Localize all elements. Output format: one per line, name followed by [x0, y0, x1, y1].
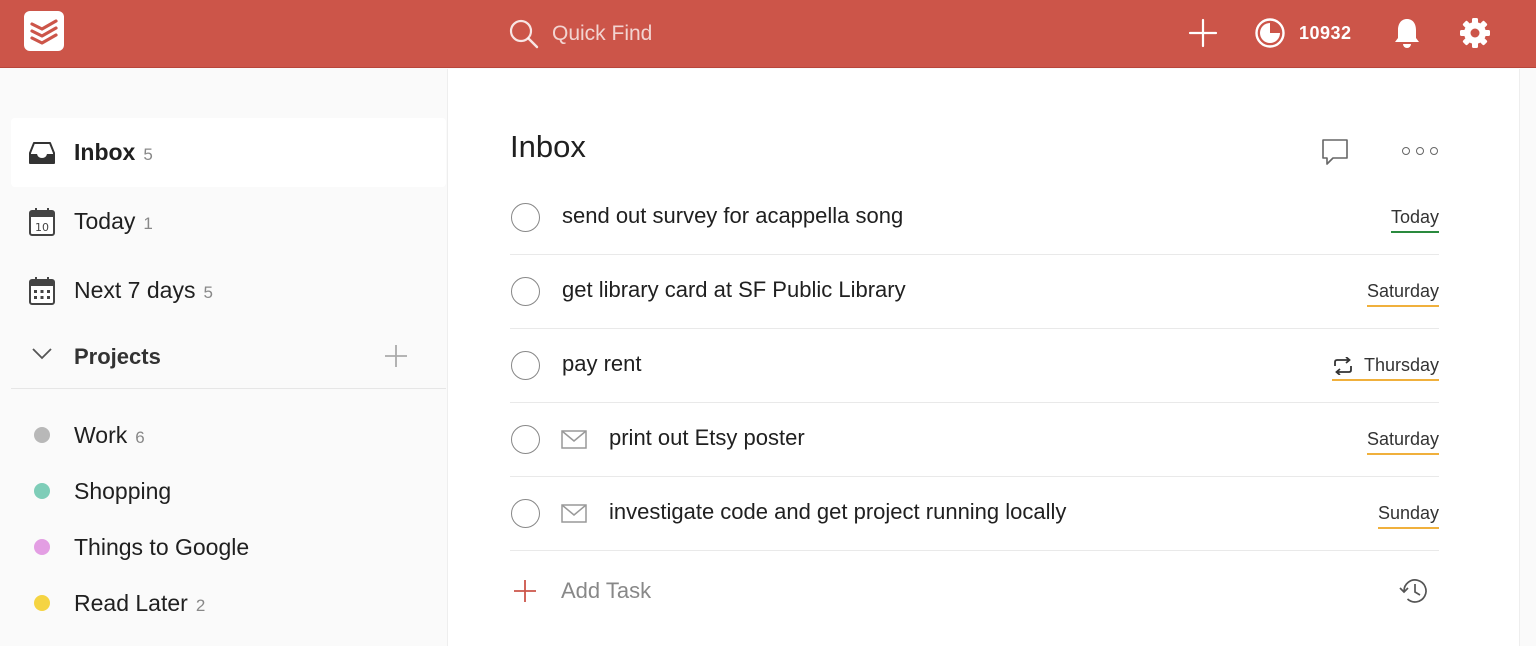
task-checkbox[interactable] [511, 499, 540, 528]
due-date[interactable]: Saturday [1366, 429, 1439, 455]
project-item-shopping[interactable]: Shopping [11, 466, 446, 516]
task-checkbox[interactable] [511, 351, 540, 380]
bell-icon [1395, 19, 1419, 48]
project-item-work[interactable]: Work 6 [11, 410, 446, 460]
task-row[interactable]: get library card at SF Public Library Sa… [510, 255, 1439, 329]
search-icon [509, 19, 539, 49]
task-content[interactable]: get library card at SF Public Library [562, 277, 906, 303]
more-options-icon[interactable] [1402, 141, 1438, 161]
sidebar-item-today[interactable]: 10 Today 1 [11, 187, 446, 256]
sidebar-item-next-7-days[interactable]: Next 7 days 5 [11, 256, 446, 325]
projects-title: Projects [74, 343, 161, 369]
due-date[interactable]: Sunday [1377, 503, 1439, 529]
due-date[interactable]: Thursday [1331, 355, 1439, 381]
top-bar: Quick Find 10932 [0, 0, 1536, 68]
add-task-label: Add Task [561, 578, 652, 603]
due-date[interactable]: Today [1390, 207, 1439, 233]
project-item-read-later[interactable]: Read Later 2 [11, 578, 446, 628]
chevron-down-icon[interactable] [31, 347, 53, 361]
karma-icon [1255, 18, 1285, 48]
svg-text:10: 10 [35, 221, 49, 234]
item-count: 5 [143, 145, 153, 164]
project-item-things-to-google[interactable]: Things to Google [11, 522, 446, 572]
karma-points: 10932 [1299, 22, 1352, 43]
inbox-icon [27, 138, 57, 168]
task-row[interactable]: pay rent Thursday [510, 329, 1439, 403]
plus-icon [514, 580, 536, 602]
calendar-week-icon [27, 276, 57, 306]
due-date-label: Sunday [1377, 503, 1439, 523]
todoist-logo-icon[interactable] [24, 11, 64, 51]
recurring-icon [1332, 356, 1354, 375]
main-content: Inbox send out survey for acappella song… [447, 69, 1520, 646]
project-color-dot [34, 483, 50, 499]
project-color-dot [34, 427, 50, 443]
due-date-label: Today [1390, 207, 1439, 227]
quick-find-search[interactable]: Quick Find [508, 14, 652, 54]
task-row[interactable]: investigate code and get project running… [510, 477, 1439, 551]
due-date-label: Saturday [1366, 281, 1439, 301]
item-count: 2 [195, 595, 206, 615]
sidebar-item-label: Next 7 days [74, 277, 196, 303]
notifications-button[interactable] [1390, 15, 1424, 51]
task-checkbox[interactable] [511, 277, 540, 306]
project-color-dot [34, 595, 50, 611]
add-task-button[interactable]: Add Task [510, 554, 1439, 628]
due-date-label: Saturday [1366, 429, 1439, 449]
quick-add-button[interactable] [1186, 16, 1220, 50]
item-count: 1 [143, 214, 153, 233]
plus-icon [1188, 18, 1218, 48]
sidebar-item-label: Today [74, 208, 136, 234]
calendar-today-icon: 10 [27, 207, 57, 237]
item-count: 5 [203, 283, 213, 302]
karma-button[interactable]: 10932 [1254, 16, 1352, 50]
settings-button[interactable] [1458, 15, 1492, 51]
due-date[interactable]: Saturday [1366, 281, 1439, 307]
mail-icon [561, 430, 587, 449]
task-content[interactable]: send out survey for acappella song [562, 203, 903, 229]
comment-icon[interactable] [1320, 137, 1350, 167]
item-count: 6 [135, 427, 145, 447]
task-content[interactable]: print out Etsy poster [609, 425, 805, 451]
task-row[interactable]: print out Etsy poster Saturday [510, 403, 1439, 477]
project-label: Work [74, 421, 128, 448]
project-label: Shopping [74, 477, 172, 504]
project-color-dot [34, 539, 50, 555]
due-date-label: Thursday [1363, 355, 1439, 375]
sidebar-item-inbox[interactable]: Inbox 5 [11, 118, 446, 187]
task-content[interactable]: pay rent [562, 351, 642, 377]
page-title: Inbox [510, 129, 586, 164]
task-checkbox[interactable] [511, 203, 540, 232]
sidebar-item-label: Inbox [74, 139, 136, 165]
project-label: Things to Google [74, 533, 250, 560]
mail-icon [561, 504, 587, 523]
task-row[interactable]: send out survey for acappella song Today [510, 181, 1439, 255]
gear-icon [1460, 18, 1490, 48]
search-input[interactable]: Quick Find [552, 22, 652, 46]
task-checkbox[interactable] [511, 425, 540, 454]
task-content[interactable]: investigate code and get project running… [609, 499, 1066, 525]
add-project-icon[interactable] [383, 343, 409, 369]
sidebar: Inbox 5 10 Today 1 Next 7 days 5 Project… [0, 69, 447, 646]
project-label: Read Later [74, 589, 188, 616]
projects-header[interactable]: Projects [11, 325, 446, 389]
activity-history-icon[interactable] [1398, 576, 1430, 606]
